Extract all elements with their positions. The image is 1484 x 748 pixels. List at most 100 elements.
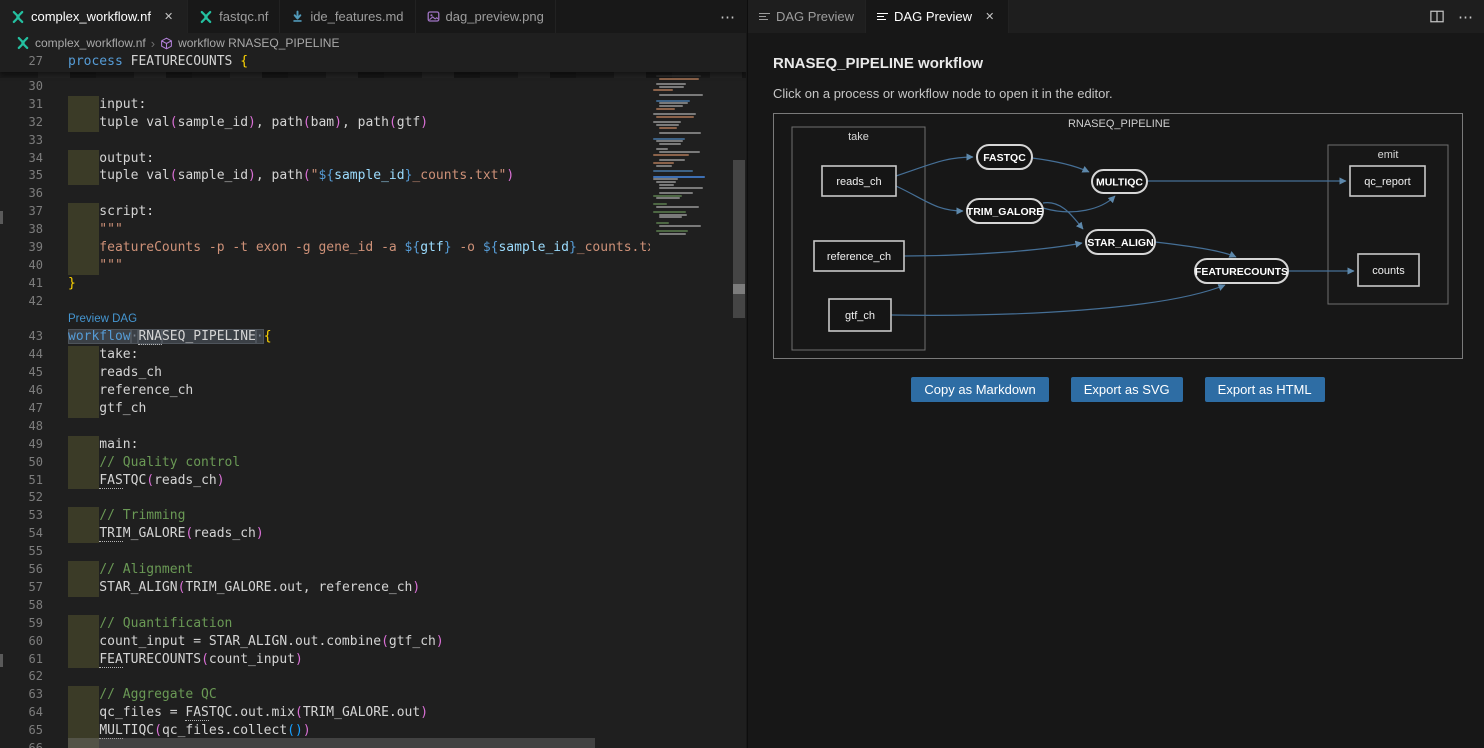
more-actions-icon[interactable]: ⋯ — [1458, 8, 1474, 26]
dag-edge-TRIM_GALORE-to-STAR_ALIGN — [1043, 203, 1083, 229]
code-editor[interactable]: 27process FEATURECOUNTS { 30 31 input: 3… — [0, 53, 746, 748]
tab-left-fastqc-nf[interactable]: fastqc.nf — [188, 0, 280, 33]
obscured-lines-strip — [0, 72, 746, 78]
code-line-56[interactable]: 56 // Alignment — [0, 561, 650, 579]
code-line-42[interactable]: 42 — [0, 293, 650, 311]
code-line-61[interactable]: 61 FEATURECOUNTS(count_input) — [0, 651, 650, 669]
code-line-60[interactable]: 60 count_input = STAR_ALIGN.out.combine(… — [0, 633, 650, 651]
export-as-html-button[interactable]: Export as HTML — [1205, 377, 1325, 402]
dag-container-label: RNASEQ_PIPELINE — [1068, 118, 1170, 130]
code-line-51[interactable]: 51 FASTQC(reads_ch) — [0, 472, 650, 490]
code-line-39[interactable]: 39 featureCounts -p -t exon -g gene_id -… — [0, 239, 650, 257]
code-line-30[interactable]: 30 — [0, 78, 650, 96]
nextflow-icon — [199, 10, 213, 24]
code-line-48[interactable]: 48 — [0, 418, 650, 436]
code-line-40[interactable]: 40 """ — [0, 257, 650, 275]
code-line-41[interactable]: 41 } — [0, 275, 650, 293]
line-number: 56 — [0, 561, 62, 579]
dag-edge-reads_ch-to-FASTQC — [896, 157, 973, 176]
code-line-46[interactable]: 46 reference_ch — [0, 382, 650, 400]
code-line-31[interactable]: 31 input: — [0, 96, 650, 114]
horizontal-scrollbar[interactable] — [0, 738, 650, 748]
code-line-55[interactable]: 55 — [0, 543, 650, 561]
code-line-36[interactable]: 36 — [0, 185, 650, 203]
line-number: 49 — [0, 436, 62, 454]
dag-channel-node-reference_ch[interactable]: reference_ch — [814, 241, 904, 271]
code-line-59[interactable]: 59 // Quantification — [0, 615, 650, 633]
code-line-62[interactable]: 62 — [0, 668, 650, 686]
nextflow-icon — [11, 10, 25, 24]
dag-process-node-MULTIQC[interactable]: MULTIQC — [1092, 170, 1147, 193]
breadcrumb-separator: › — [151, 36, 155, 51]
code-line-38[interactable]: 38 """ — [0, 221, 650, 239]
code-line-58[interactable]: 58 — [0, 597, 650, 615]
tab-left-ide-features-md[interactable]: ide_features.md — [280, 0, 415, 33]
minimap[interactable] — [650, 53, 708, 748]
code-line-35[interactable]: 35 tuple val(sample_id), path("${sample_… — [0, 167, 650, 185]
line-number: 63 — [0, 686, 62, 704]
tab-bar-right: DAG Preview DAG Preview✕ ⋯ — [748, 0, 1484, 33]
breadcrumb-symbol[interactable]: workflow RNASEQ_PIPELINE — [178, 36, 339, 50]
svg-text:FEATURECOUNTS: FEATURECOUNTS — [1195, 266, 1288, 278]
tab-right-dag-preview[interactable]: DAG Preview — [748, 0, 866, 33]
code-line-43[interactable]: 43 workflow·RNASEQ_PIPELINE·{ — [0, 328, 650, 346]
line-number: 51 — [0, 472, 62, 490]
split-editor-icon[interactable] — [1430, 10, 1444, 23]
vertical-scrollbar[interactable] — [732, 53, 746, 748]
breadcrumb-file[interactable]: complex_workflow.nf — [35, 36, 146, 50]
code-line-57[interactable]: 57 STAR_ALIGN(TRIM_GALORE.out, reference… — [0, 579, 650, 597]
code-line-34[interactable]: 34 output: — [0, 150, 650, 168]
dag-process-node-STAR_ALIGN[interactable]: STAR_ALIGN — [1086, 230, 1155, 254]
svg-text:gtf_ch: gtf_ch — [845, 310, 875, 322]
preview-icon — [877, 11, 888, 22]
dag-group-label-take: take — [848, 131, 869, 143]
dag-process-node-FEATURECOUNTS[interactable]: FEATURECOUNTS — [1195, 259, 1288, 283]
code-line-54[interactable]: 54 TRIM_GALORE(reads_ch) — [0, 525, 650, 543]
close-tab-icon[interactable]: ✕ — [161, 9, 176, 24]
code-line-50[interactable]: 50 // Quality control — [0, 454, 650, 472]
code-line-63[interactable]: 63 // Aggregate QC — [0, 686, 650, 704]
dag-channel-node-counts[interactable]: counts — [1358, 254, 1419, 286]
line-number: 46 — [0, 382, 62, 400]
tab-left-dag-preview-png[interactable]: dag_preview.png — [416, 0, 556, 33]
tab-label: ide_features.md — [310, 9, 403, 24]
svg-text:reads_ch: reads_ch — [836, 176, 881, 188]
code-line-64[interactable]: 64 qc_files = FASTQC.out.mix(TRIM_GALORE… — [0, 704, 650, 722]
codelens-preview-dag[interactable]: Preview DAG — [0, 311, 650, 329]
code-line-45[interactable]: 45 reads_ch — [0, 364, 650, 382]
dag-channel-node-gtf_ch[interactable]: gtf_ch — [829, 299, 891, 331]
code-line-52[interactable]: 52 — [0, 489, 650, 507]
code-line-32[interactable]: 32 tuple val(sample_id), path(bam), path… — [0, 114, 650, 132]
markdown-icon — [291, 10, 304, 23]
code-line-33[interactable]: 33 — [0, 132, 650, 150]
code-line-47[interactable]: 47 gtf_ch — [0, 400, 650, 418]
code-line-53[interactable]: 53 // Trimming — [0, 507, 650, 525]
code-line-44[interactable]: 44 take: — [0, 346, 650, 364]
image-icon — [427, 10, 440, 23]
dag-process-node-TRIM_GALORE[interactable]: TRIM_GALORE — [967, 199, 1043, 223]
sticky-scroll-line[interactable]: 27process FEATURECOUNTS { — [0, 53, 746, 72]
tab-right-dag-preview[interactable]: DAG Preview✕ — [866, 0, 1009, 33]
dag-channel-node-reads_ch[interactable]: reads_ch — [822, 166, 896, 196]
close-tab-icon[interactable]: ✕ — [982, 9, 997, 24]
tab-left-complex-workflow-nf[interactable]: complex_workflow.nf✕ — [0, 0, 188, 33]
svg-text:TRIM_GALORE: TRIM_GALORE — [967, 206, 1043, 218]
svg-text:MULTIQC: MULTIQC — [1096, 177, 1143, 189]
copy-as-markdown-button[interactable]: Copy as Markdown — [911, 377, 1048, 402]
line-number: 54 — [0, 525, 62, 543]
line-number: 60 — [0, 633, 62, 651]
dag-channel-node-qc_report[interactable]: qc_report — [1350, 166, 1425, 196]
code-line-37[interactable]: 37 script: — [0, 203, 650, 221]
dag-edge-reads_ch-to-TRIM_GALORE — [896, 186, 963, 211]
dag-edge-FASTQC-to-MULTIQC — [1032, 158, 1089, 172]
tab-label: fastqc.nf — [219, 9, 268, 24]
export-as-svg-button[interactable]: Export as SVG — [1071, 377, 1183, 402]
svg-text:STAR_ALIGN: STAR_ALIGN — [1087, 237, 1153, 249]
line-number: 47 — [0, 400, 62, 418]
code-line-49[interactable]: 49 main: — [0, 436, 650, 454]
line-number: 44 — [0, 346, 62, 364]
line-number: 36 — [0, 185, 62, 203]
dag-diagram: RNASEQ_PIPELINE take emit reads_ch refer… — [773, 113, 1463, 359]
dag-process-node-FASTQC[interactable]: FASTQC — [977, 145, 1032, 169]
more-actions-icon[interactable]: ⋯ — [720, 8, 736, 26]
